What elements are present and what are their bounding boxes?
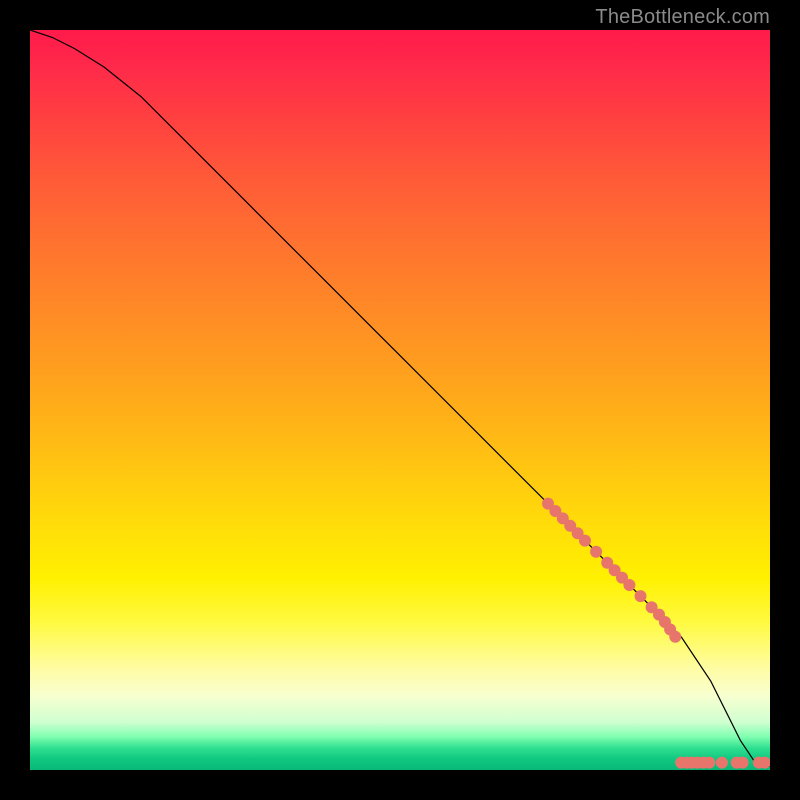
curve-line: [30, 30, 770, 766]
chart-plot-area: [30, 30, 770, 770]
curve-group: [30, 30, 770, 766]
dots-group: [542, 498, 770, 769]
data-point: [623, 579, 635, 591]
data-point: [716, 757, 728, 769]
data-point: [635, 590, 647, 602]
watermark-text: TheBottleneck.com: [595, 6, 770, 29]
data-point: [737, 757, 749, 769]
data-point: [703, 757, 715, 769]
chart-svg: [30, 30, 770, 770]
data-point: [579, 535, 591, 547]
data-point: [590, 546, 602, 558]
data-point: [669, 631, 681, 643]
